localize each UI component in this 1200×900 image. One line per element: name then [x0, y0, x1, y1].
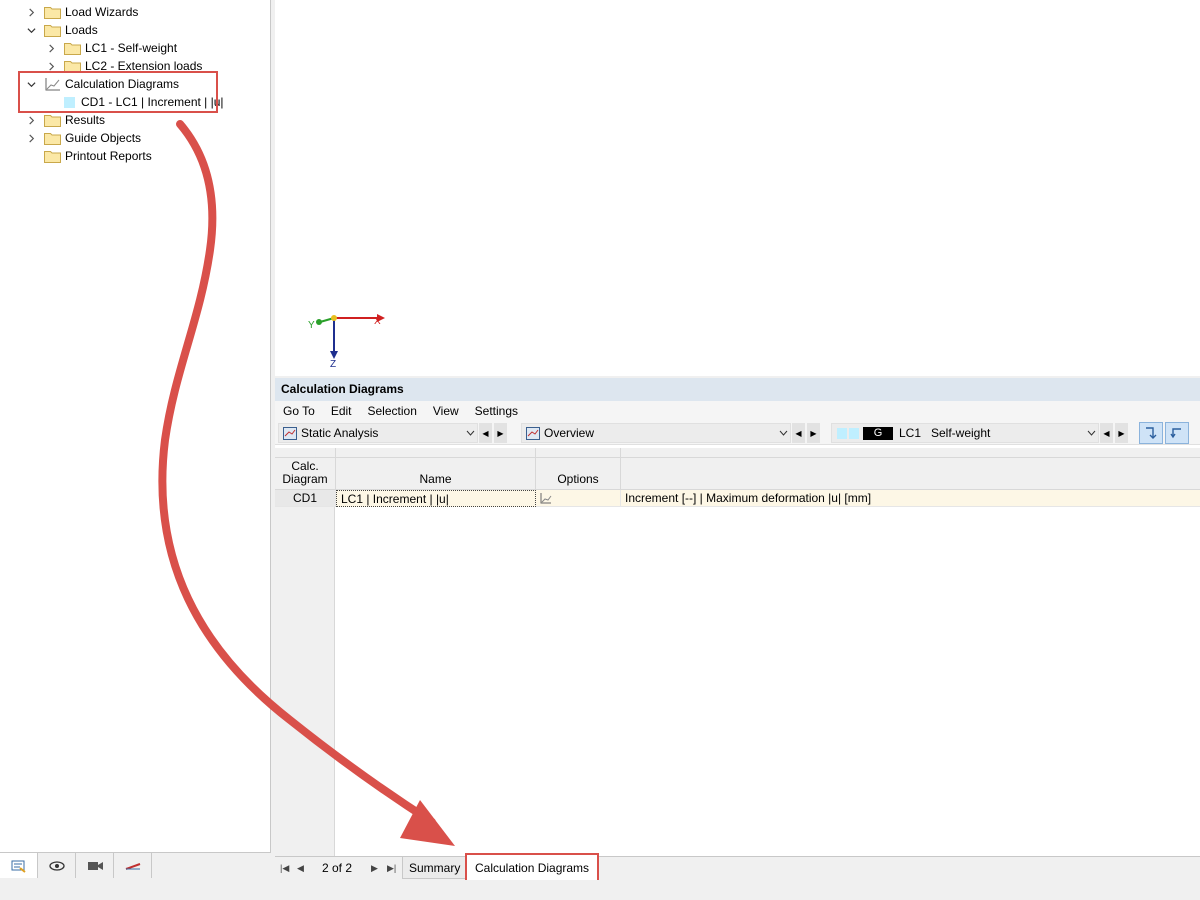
- previous-button[interactable]: ◀: [479, 423, 492, 443]
- previous-page-button[interactable]: ◀: [297, 857, 304, 879]
- menu-edit[interactable]: Edit: [323, 401, 360, 421]
- tree-item-printout-reports[interactable]: Printout Reports: [44, 147, 152, 165]
- view-select[interactable]: Overview: [521, 423, 791, 443]
- tab-calculation-diagrams[interactable]: Calculation Diagrams: [465, 853, 600, 883]
- analysis-icon: [283, 426, 297, 440]
- load-case-select[interactable]: G LC1 Self-weight: [831, 423, 1099, 443]
- folder-icon: [44, 6, 61, 19]
- folder-icon: [44, 132, 61, 145]
- row-header-column: [275, 490, 335, 856]
- panel-menubar: Go To Edit Selection View Settings: [275, 401, 1200, 421]
- next-button[interactable]: ▶: [807, 423, 820, 443]
- sheet-tab-bar: |◀ ◀ 2 of 2 ▶ ▶| Summary Calculation Dia…: [275, 853, 1200, 883]
- z-axis-label: Z: [330, 359, 337, 370]
- next-page-button[interactable]: ▶: [371, 857, 378, 879]
- y-axis-label: Y: [308, 320, 315, 331]
- menu-go-to[interactable]: Go To: [275, 401, 323, 421]
- nav-tab-views[interactable]: [76, 853, 114, 878]
- select-in-graphics-button[interactable]: [1165, 422, 1189, 444]
- first-page-button[interactable]: |◀: [280, 857, 289, 879]
- navigator-panel: Load Wizards Loads LC1 - Self-weight LC2…: [0, 0, 271, 878]
- load-case-name: Self-weight: [931, 426, 991, 440]
- name-cell[interactable]: LC1 | Increment | |u|: [336, 490, 536, 507]
- chevron-down-icon[interactable]: [24, 21, 38, 39]
- overview-icon: [526, 426, 540, 440]
- chevron-right-icon[interactable]: [24, 111, 38, 129]
- nav-tab-data[interactable]: [0, 853, 38, 878]
- selection-pointer-icon: [1170, 428, 1181, 439]
- folder-icon: [44, 150, 61, 163]
- status-bar: [0, 880, 1200, 900]
- nav-tab-results[interactable]: [114, 853, 152, 878]
- diagram-icon: [540, 493, 552, 504]
- folder-icon: [64, 42, 81, 55]
- column-header-calc-diagram[interactable]: Calc. Diagram: [275, 448, 336, 490]
- analysis-type-select[interactable]: Static Analysis: [278, 423, 478, 443]
- tree-item-results[interactable]: Results: [24, 111, 105, 129]
- tree-item-label: Guide Objects: [65, 131, 142, 145]
- calculation-diagrams-panel: Calculation Diagrams Go To Edit Selectio…: [275, 378, 1200, 856]
- folder-icon: [44, 24, 61, 37]
- graphics-viewport[interactable]: X Y Z: [275, 0, 1200, 376]
- menu-selection[interactable]: Selection: [360, 401, 425, 421]
- table-grid: Calc. Diagram Name Options CD1 LC1 | Inc…: [275, 448, 1200, 856]
- chevron-right-icon[interactable]: [24, 3, 38, 21]
- tree-item-load-wizards[interactable]: Load Wizards: [24, 3, 138, 21]
- page-indicator: 2 of 2: [322, 861, 353, 875]
- color-swatch: [837, 427, 847, 439]
- axis-triad: [316, 314, 385, 359]
- tree-item-label: Load Wizards: [65, 5, 139, 19]
- menu-settings[interactable]: Settings: [467, 401, 526, 421]
- chevron-down-icon: [1084, 430, 1098, 436]
- next-button[interactable]: ▶: [1115, 423, 1128, 443]
- folder-icon: [44, 114, 61, 127]
- load-case-id: LC1: [899, 426, 922, 440]
- description-cell[interactable]: Increment [--] | Maximum deformation |u|…: [621, 490, 1200, 507]
- load-case-category-badge: G: [863, 426, 893, 440]
- tree-item-label: Loads: [65, 23, 98, 37]
- options-cell[interactable]: [536, 490, 621, 507]
- chevron-down-icon: [463, 430, 477, 436]
- tree-item-label: Printout Reports: [65, 149, 152, 163]
- navigator-tab-bar: [0, 852, 271, 878]
- selection-arrow-icon: [1146, 427, 1157, 439]
- last-page-button[interactable]: ▶|: [387, 857, 396, 879]
- color-swatch: [849, 427, 859, 439]
- tree-item-label: Results: [65, 113, 106, 127]
- next-button[interactable]: ▶: [494, 423, 507, 443]
- tree-item-guide-objects[interactable]: Guide Objects: [24, 129, 141, 147]
- panel-toolbar: Static Analysis ◀ ▶ Overview ◀ ▶ G LC1 S…: [275, 421, 1200, 445]
- chevron-right-icon[interactable]: [24, 129, 38, 147]
- chevron-down-icon: [776, 430, 790, 436]
- menu-view[interactable]: View: [425, 401, 467, 421]
- panel-title: Calculation Diagrams: [275, 378, 1200, 401]
- previous-button[interactable]: ◀: [1100, 423, 1113, 443]
- sync-selection-button[interactable]: [1139, 422, 1163, 444]
- table-row[interactable]: CD1 LC1 | Increment | |u| Increment [--]…: [275, 490, 1200, 507]
- x-axis-label: X: [374, 316, 381, 327]
- chevron-right-icon[interactable]: [44, 39, 58, 57]
- views-icon: [125, 862, 140, 870]
- column-header-name[interactable]: Name: [336, 448, 536, 490]
- row-id-cell[interactable]: CD1: [275, 490, 336, 507]
- eye-icon: [48, 860, 65, 871]
- tree-item-lc1[interactable]: LC1 - Self-weight: [44, 39, 177, 57]
- application-window: Load Wizards Loads LC1 - Self-weight LC2…: [0, 0, 1200, 900]
- tab-summary[interactable]: Summary: [402, 857, 468, 879]
- data-icon: [11, 860, 26, 873]
- highlight-frame: [18, 71, 218, 113]
- tree-item-loads[interactable]: Loads: [24, 21, 98, 39]
- nav-tab-display[interactable]: [38, 853, 76, 878]
- column-header-description[interactable]: [621, 448, 1200, 490]
- column-header-options[interactable]: Options: [536, 448, 621, 490]
- tree-item-label: LC1 - Self-weight: [85, 41, 178, 55]
- video-camera-icon: [87, 861, 103, 870]
- previous-button[interactable]: ◀: [792, 423, 805, 443]
